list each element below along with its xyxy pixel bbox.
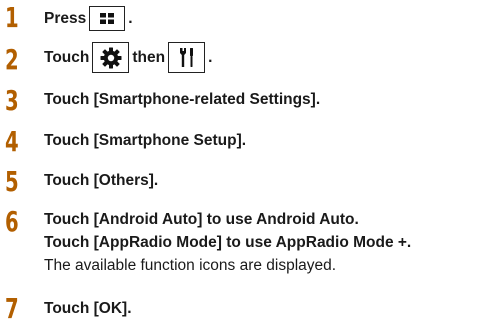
step-number: 3: [5, 84, 19, 117]
step-number: 7: [5, 292, 19, 325]
step-2-period: .: [208, 48, 213, 66]
instruction-steps: 1 Press . 2 Touch then . 3 Touch [Smartp…: [0, 0, 496, 328]
step-2: 2 Touch then .: [0, 42, 496, 76]
step-6-line-1: Touch [Android Auto] to use Android Auto…: [44, 211, 359, 228]
step-1: 1 Press .: [0, 3, 496, 33]
step-number: 5: [5, 165, 19, 198]
step-5-text: Touch [Others].: [44, 172, 159, 189]
step-number: 2: [5, 43, 19, 76]
step-2-touch-label: Touch: [44, 48, 90, 66]
system-tools-button[interactable]: [168, 42, 206, 73]
step-6-note: The available function icons are display…: [44, 257, 337, 274]
step-1-press-label: Press: [44, 9, 87, 27]
step-6: 6 Touch [Android Auto] to use Android Au…: [0, 207, 496, 287]
step-3: 3 Touch [Smartphone-related Settings].: [0, 86, 496, 116]
step-2-text: Touch then .: [44, 42, 212, 73]
step-1-text: Press .: [44, 6, 133, 31]
step-7: 7 Touch [OK].: [0, 294, 496, 324]
step-4: 4 Touch [Smartphone Setup].: [0, 127, 496, 157]
step-number: 6: [5, 205, 19, 238]
step-2-then-label: then: [132, 48, 166, 66]
step-3-text: Touch [Smartphone-related Settings].: [44, 91, 321, 108]
step-number: 4: [5, 125, 19, 158]
tools-icon: [179, 47, 193, 67]
step-1-period: .: [128, 9, 133, 27]
step-5: 5 Touch [Others].: [0, 167, 496, 197]
home-grid-icon: [100, 13, 115, 24]
home-button[interactable]: [89, 6, 126, 31]
settings-button[interactable]: [92, 42, 130, 73]
step-number: 1: [5, 1, 19, 34]
step-7-text: Touch [OK].: [44, 300, 132, 317]
step-4-text: Touch [Smartphone Setup].: [44, 132, 247, 149]
step-6-line-2: Touch [AppRadio Mode] to use AppRadio Mo…: [44, 234, 412, 251]
gear-icon: [100, 47, 122, 68]
